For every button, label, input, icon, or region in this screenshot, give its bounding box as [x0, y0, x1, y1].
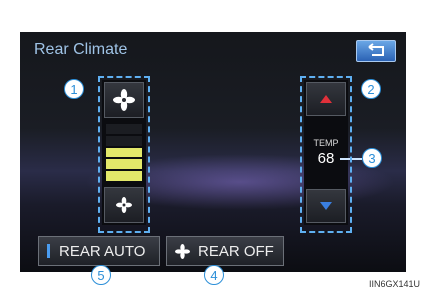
figure-code: IIN6GX141U: [368, 279, 420, 289]
fan-speed-callout-box: [98, 76, 150, 233]
temperature-callout-box: [300, 76, 352, 233]
callout-4: 4: [204, 265, 224, 285]
callout-3: 3: [362, 148, 382, 168]
rear-auto-label: REAR AUTO: [59, 242, 146, 260]
callout-5: 5: [91, 265, 111, 285]
rear-off-label: REAR OFF: [198, 242, 274, 260]
callout-1: 1: [64, 79, 84, 99]
back-arrow-icon: [368, 43, 384, 56]
screen-title: Rear Climate: [34, 41, 128, 58]
back-button[interactable]: [356, 40, 396, 62]
fan-icon: [175, 243, 190, 259]
callout-2: 2: [361, 79, 381, 99]
indicator-light: [47, 244, 50, 258]
rear-auto-button[interactable]: REAR AUTO: [38, 236, 160, 266]
rear-off-button[interactable]: REAR OFF: [166, 236, 284, 266]
